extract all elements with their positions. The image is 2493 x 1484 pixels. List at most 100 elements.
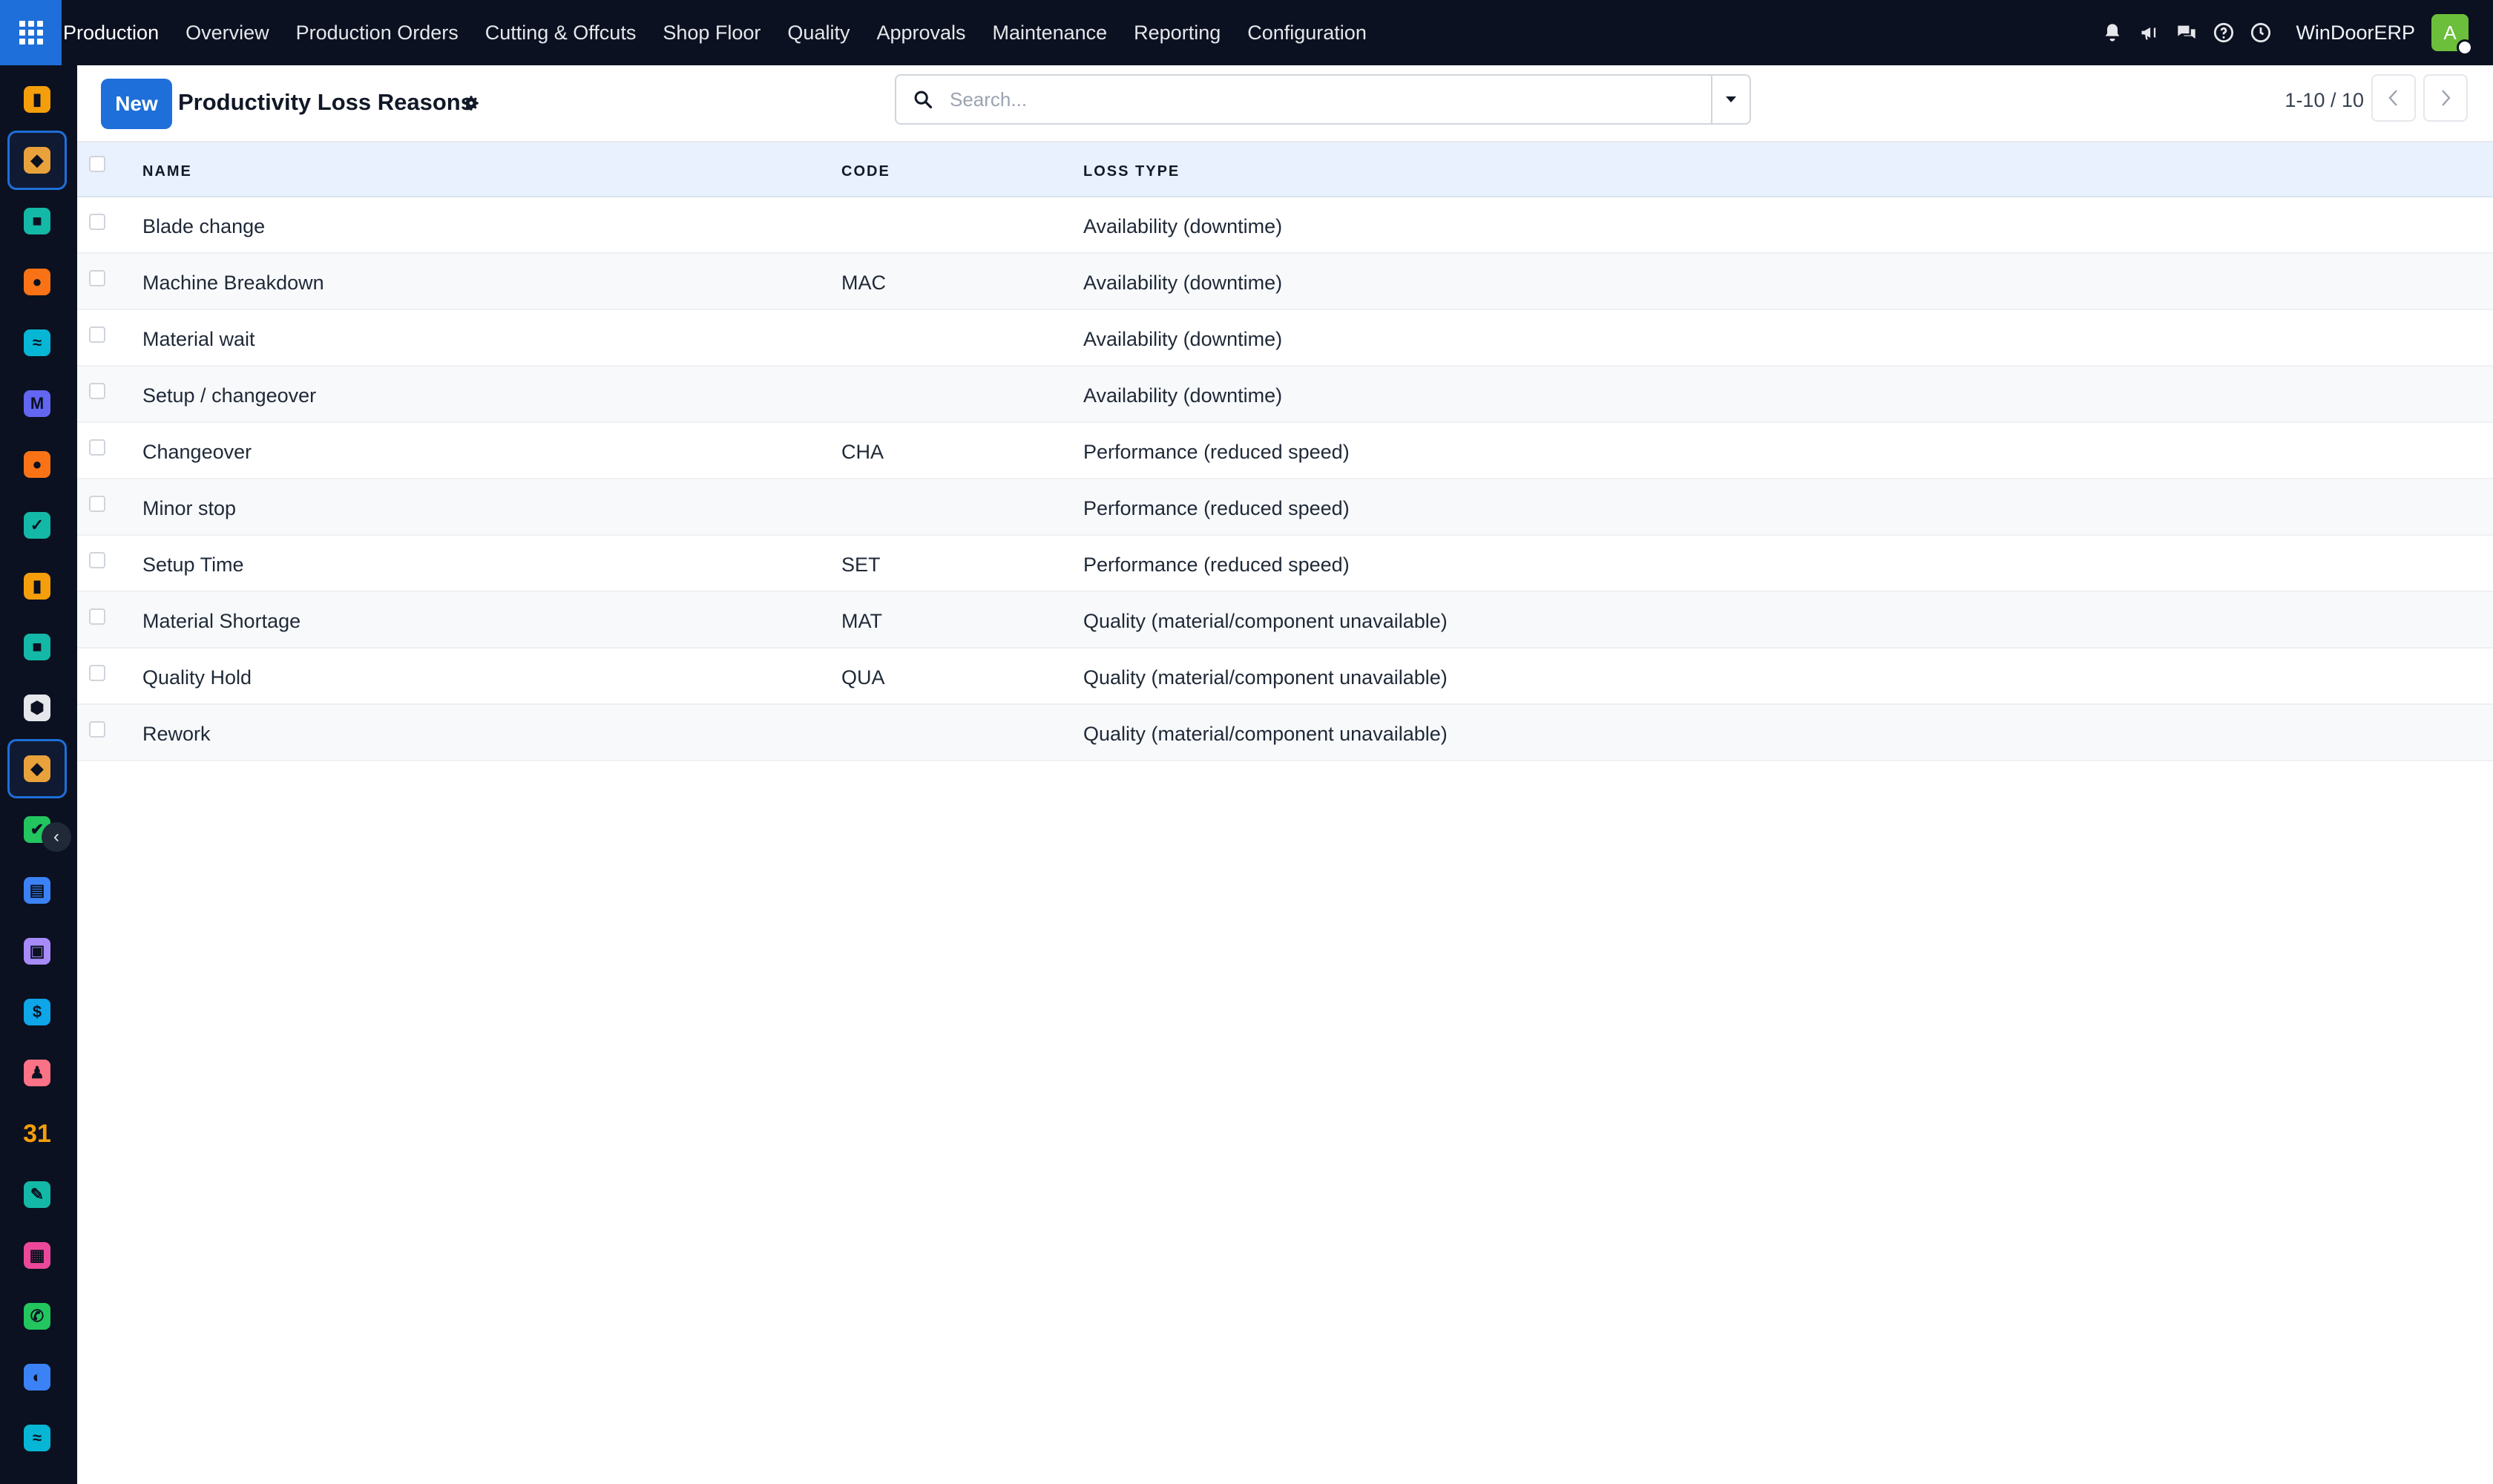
menu-reporting[interactable]: Reporting [1134, 22, 1221, 45]
menu-quality[interactable]: Quality [787, 22, 850, 45]
row-checkbox[interactable] [89, 721, 105, 738]
column-header-loss-type[interactable]: LOSS TYPE [1083, 163, 1180, 180]
sidebar-app-8[interactable]: ▮ [7, 556, 67, 616]
cell-loss-type: Performance (reduced speed) [1083, 497, 1350, 519]
app-name-menu[interactable]: Production [63, 22, 159, 45]
row-checkbox[interactable] [89, 439, 105, 456]
sidebar-app-22[interactable]: ≈ [7, 1408, 67, 1468]
sidebar-app-17[interactable]: 31 [7, 1104, 67, 1163]
table-row[interactable]: Setup Time SET Performance (reduced speed) [77, 536, 2493, 592]
sidebar-app-9[interactable]: ■ [7, 617, 67, 677]
table-row[interactable]: Blade change Availability (downtime) [77, 197, 2493, 254]
sidebar-app-11[interactable]: ◆ [7, 739, 67, 798]
cell-loss-type: Availability (downtime) [1083, 384, 1283, 407]
user-avatar[interactable]: A [2431, 14, 2473, 56]
sidebar-app-14[interactable]: ▣ [7, 922, 67, 981]
collapse-sidebar-button[interactable]: ‹ [42, 822, 71, 852]
main-menu: Production Overview Production Orders Cu… [62, 0, 1393, 65]
row-checkbox[interactable] [89, 608, 105, 625]
sidebar-app-21[interactable]: ◐ [7, 1347, 67, 1407]
column-header-name[interactable]: NAME [142, 163, 192, 180]
row-checkbox[interactable] [89, 665, 105, 681]
menu-production-orders[interactable]: Production Orders [296, 22, 459, 45]
new-button[interactable]: New [101, 79, 172, 129]
grid-icon [19, 21, 43, 45]
table-row[interactable]: Minor stop Performance (reduced speed) [77, 479, 2493, 536]
sidebar-app-1[interactable]: ◆ [7, 131, 67, 190]
column-header-code[interactable]: CODE [841, 163, 890, 180]
table-row[interactable]: Material Shortage MAT Quality (material/co… [77, 592, 2493, 649]
select-all-checkbox[interactable] [89, 156, 105, 172]
search-options-toggle[interactable] [1711, 76, 1750, 123]
chat-icon[interactable] [2168, 0, 2205, 65]
menu-approvals[interactable]: Approvals [876, 22, 965, 45]
table-row[interactable]: Machine Breakdown MAC Availability (downti… [77, 254, 2493, 310]
sidebar-app-6[interactable]: ● [7, 435, 67, 494]
clock-icon[interactable] [2242, 0, 2279, 65]
caret-down-icon [1726, 96, 1736, 102]
table-row[interactable]: Quality Hold QUA Quality (material/compone… [77, 649, 2493, 705]
knowledge-book-icon: ▤ [24, 877, 50, 904]
cell-loss-type: Availability (downtime) [1083, 328, 1283, 350]
search-icon [896, 76, 950, 123]
inventory-box-icon: ▣ [24, 938, 50, 965]
menu-shop-floor[interactable]: Shop Floor [663, 22, 761, 45]
cell-name: Quality Hold [142, 666, 252, 689]
cell-code: CHA [841, 441, 884, 463]
table-row[interactable]: Material wait Availability (downtime) [77, 310, 2493, 367]
pager-next-button[interactable] [2423, 74, 2468, 122]
sidebar-app-19[interactable]: ▦ [7, 1226, 67, 1285]
sidebar-app-4[interactable]: ≈ [7, 313, 67, 372]
sidebar-app-10[interactable]: ⬢ [7, 678, 67, 738]
cell-loss-type: Quality (material/component unavailable) [1083, 610, 1448, 632]
sidebar-app-3[interactable]: ● [7, 252, 67, 312]
menu-cutting-offcuts[interactable]: Cutting & Offcuts [485, 22, 637, 45]
row-checkbox[interactable] [89, 552, 105, 568]
top-navbar: Production Overview Production Orders Cu… [0, 0, 2493, 65]
menu-overview[interactable]: Overview [185, 22, 269, 45]
sidebar-app-0[interactable]: ▮ [7, 70, 67, 129]
sidebar-app-16[interactable]: ♟ [7, 1043, 67, 1103]
table-row[interactable]: Rework Quality (material/component unavai… [77, 705, 2493, 761]
pager-value[interactable]: 1-10 / 10 [2285, 89, 2364, 112]
app-menu-grid-button[interactable] [0, 0, 62, 65]
contacts-icon: ■ [24, 208, 50, 234]
row-checkbox[interactable] [89, 214, 105, 230]
sidebar-app-13[interactable]: ▤ [7, 861, 67, 920]
menu-configuration[interactable]: Configuration [1247, 22, 1367, 45]
pager-previous-button[interactable] [2371, 74, 2416, 122]
row-checkbox[interactable] [89, 326, 105, 343]
search-input[interactable] [950, 77, 1711, 122]
cell-name: Setup / changeover [142, 384, 317, 407]
help-icon[interactable] [2205, 0, 2242, 65]
check-app-icon: ✓ [24, 512, 50, 539]
sidebar-app-7[interactable]: ✓ [7, 496, 67, 555]
menu-maintenance[interactable]: Maintenance [993, 22, 1108, 45]
manufacturing-app-icon: ◆ [24, 147, 50, 174]
row-checkbox[interactable] [89, 383, 105, 399]
bell-icon[interactable] [2094, 0, 2131, 65]
megaphone-icon[interactable] [2131, 0, 2168, 65]
cell-loss-type: Availability (downtime) [1083, 272, 1283, 294]
cell-name: Material wait [142, 328, 255, 350]
company-switcher[interactable]: WinDoorERP [2296, 22, 2415, 45]
sidebar-app-20[interactable]: ✆ [7, 1287, 67, 1346]
table-row[interactable]: Changeover CHA Performance (reduced speed) [77, 423, 2493, 479]
row-checkbox[interactable] [89, 270, 105, 286]
cell-code: QUA [841, 666, 885, 689]
cell-name: Blade change [142, 215, 266, 237]
sidebar-app-5[interactable]: M [7, 374, 67, 433]
sidebar-app-15[interactable]: $ [7, 982, 67, 1042]
manufacturing-app-icon: ◆ [24, 755, 50, 782]
sidebar-app-18[interactable]: ✎ [7, 1165, 67, 1224]
sidebar-app-2[interactable]: ■ [7, 191, 67, 251]
cell-loss-type: Performance (reduced speed) [1083, 554, 1350, 576]
gear-icon[interactable] [459, 91, 484, 116]
list-table: NAME CODE LOSS TYPE Blade change Availabi… [77, 142, 2493, 761]
bar-chart-icon: ▮ [24, 86, 50, 113]
table-row[interactable]: Setup / changeover Availability (downtime… [77, 367, 2493, 423]
chat-bubble-icon: ● [24, 451, 50, 478]
status-dot [2457, 39, 2473, 56]
row-checkbox[interactable] [89, 496, 105, 512]
table-body: Blade change Availability (downtime) Machi… [77, 197, 2493, 761]
